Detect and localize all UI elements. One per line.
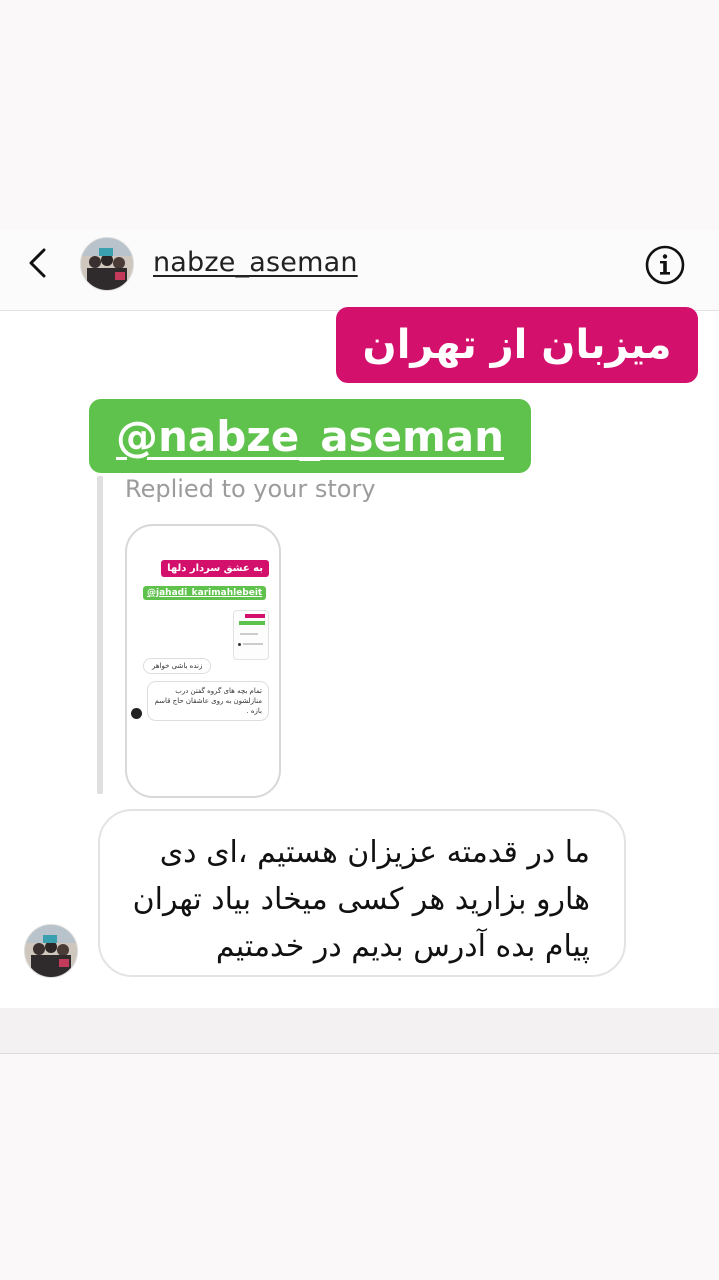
thumbnail-green-tag: @jahadi_karimahlebeit: [143, 586, 267, 600]
chat-header: nabze_aseman: [0, 230, 719, 311]
message-bubble[interactable]: ما در قدمته عزیزان هستیم ،ای دی هارو بزا…: [98, 809, 626, 977]
thumbnail-bubble: تمام بچه های گروه گفتن درب منازلشون به ر…: [147, 681, 269, 721]
info-icon: [645, 245, 685, 285]
conversation-area: میزبان از تهران @nabze_aseman Replied to…: [0, 307, 719, 1008]
message-composer-area: [0, 1008, 719, 1054]
chevron-left-icon: [29, 248, 46, 278]
thumbnail-avatar: [131, 708, 142, 719]
thumbnail-nested-story: [233, 610, 269, 660]
avatar[interactable]: [80, 237, 134, 291]
story-thumbnail[interactable]: به عشق سردار دلها @jahadi_karimahlebeit …: [125, 524, 281, 798]
username-link[interactable]: nabze_aseman: [153, 247, 358, 278]
mention-text: @nabze_aseman: [115, 411, 505, 461]
replied-label: Replied to your story: [125, 475, 376, 503]
info-button[interactable]: [644, 244, 686, 286]
location-tag: میزبان از تهران: [336, 307, 698, 383]
thumbnail-pink-tag: به عشق سردار دلها: [161, 560, 269, 577]
back-button[interactable]: [22, 246, 56, 280]
reply-indicator-bar: [97, 476, 103, 794]
mention-tag[interactable]: @nabze_aseman: [89, 399, 531, 473]
sender-avatar[interactable]: [24, 924, 78, 978]
thumbnail-bubble: زنده باشی خواهر: [143, 658, 212, 674]
